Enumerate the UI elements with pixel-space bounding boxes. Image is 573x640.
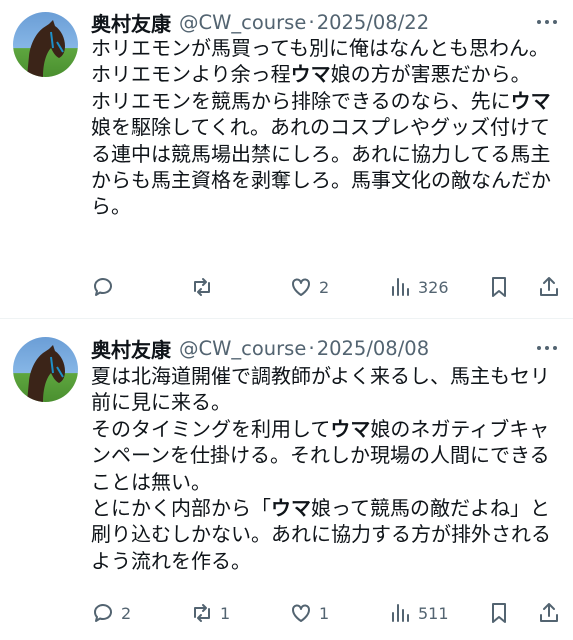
like-button[interactable]: 2 xyxy=(289,270,329,304)
reply-count: 2 xyxy=(121,603,132,623)
retweet-button[interactable]: 1 xyxy=(190,596,230,630)
horse-avatar-image xyxy=(27,345,65,402)
reply-button[interactable]: 2 xyxy=(91,596,131,630)
reply-icon xyxy=(94,278,112,296)
avatar[interactable] xyxy=(13,337,78,402)
reply-button[interactable] xyxy=(91,270,121,304)
text-run: 娘を駆除してくれ。あれのコスプレやグッズ付けてる連中は競馬場出禁にしろ。あれに協… xyxy=(91,115,551,219)
tweet[interactable]: 奥村友康 @CW_course · 2025/08/08 夏は北海道開催で調教師… xyxy=(0,320,573,640)
share-button[interactable] xyxy=(537,270,561,304)
author-name[interactable]: 奥村友康 xyxy=(91,334,171,363)
bold-text-run: ウマ xyxy=(271,496,311,521)
like-icon xyxy=(292,278,310,296)
separator: · xyxy=(308,336,315,360)
retweet-icon xyxy=(194,278,210,296)
tweet-text: 夏は北海道開催で調教師がよく来るし、馬主もセリ前に見に来る。 そのタイミングを利… xyxy=(91,363,561,574)
like-button[interactable]: 1 xyxy=(289,596,329,630)
more-icon[interactable] xyxy=(535,336,559,360)
bookmark-button[interactable] xyxy=(487,596,511,630)
retweet-button[interactable] xyxy=(190,270,220,304)
action-bar: 2 1 1 511 xyxy=(91,596,561,630)
separator: · xyxy=(308,10,315,34)
bookmark-icon xyxy=(492,277,506,297)
views-button[interactable]: 511 xyxy=(388,596,449,630)
share-icon xyxy=(540,277,558,296)
bold-text-run: ウマ xyxy=(290,62,331,87)
like-count: 1 xyxy=(319,603,330,623)
bold-text-run: ウマ xyxy=(510,88,551,113)
retweet-icon xyxy=(194,604,210,622)
views-button[interactable]: 326 xyxy=(388,270,449,304)
author-handle[interactable]: @CW_course xyxy=(179,337,306,360)
author-name[interactable]: 奥村友康 xyxy=(91,8,171,37)
more-icon[interactable] xyxy=(535,10,559,34)
views-icon xyxy=(392,278,409,296)
tweet-date[interactable]: 2025/08/08 xyxy=(317,337,429,360)
share-button[interactable] xyxy=(537,596,561,630)
action-bar: 2 326 xyxy=(91,270,561,304)
view-count: 511 xyxy=(418,603,449,623)
view-count: 326 xyxy=(418,277,449,297)
divider xyxy=(0,318,573,319)
tweet-date[interactable]: 2025/08/22 xyxy=(317,11,429,34)
horse-avatar-image xyxy=(27,20,65,77)
tweet-text: ホリエモンが馬買っても別に俺はなんとも思わん。ホリエモンより余っ程ウマ娘の方が害… xyxy=(91,35,561,220)
author-handle[interactable]: @CW_course xyxy=(179,11,306,34)
views-icon xyxy=(392,604,409,622)
like-count: 2 xyxy=(319,277,330,297)
bookmark-button[interactable] xyxy=(487,270,511,304)
like-icon xyxy=(292,604,310,622)
tweet[interactable]: 奥村友康 @CW_course · 2025/08/22 ホリエモンが馬買っても… xyxy=(0,0,573,318)
share-icon xyxy=(540,603,558,622)
bookmark-icon xyxy=(492,603,506,623)
avatar[interactable] xyxy=(13,12,78,77)
bold-text-run: ウマ xyxy=(330,416,371,441)
reply-icon xyxy=(94,604,112,622)
retweet-count: 1 xyxy=(220,603,231,623)
